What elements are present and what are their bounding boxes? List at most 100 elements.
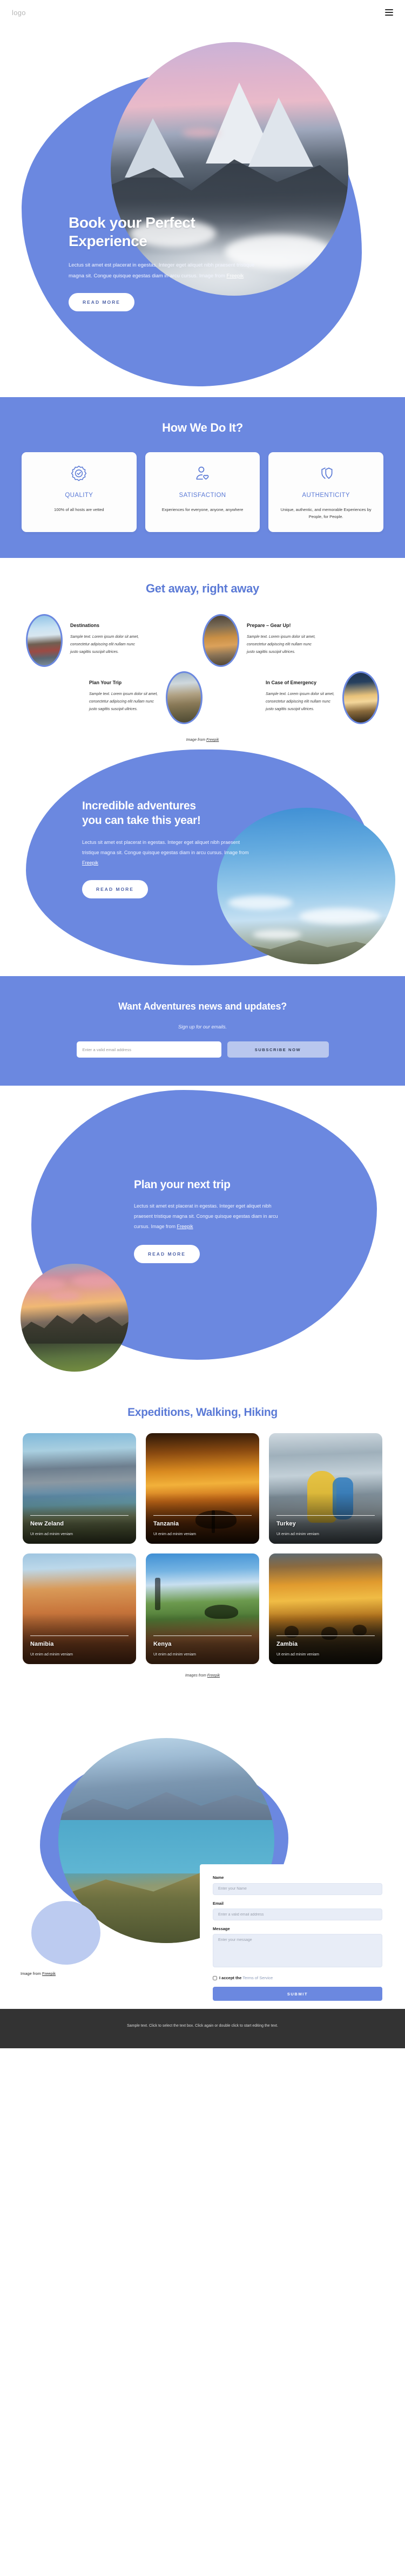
credit-prefix: Image from xyxy=(186,738,206,742)
get-away-photo xyxy=(202,614,239,667)
hero-freepik-link[interactable]: Freepik xyxy=(227,273,244,279)
plan-next-trip-section: Plan your next trip Lectus sit amet est … xyxy=(0,1086,405,1388)
how-section-title: How We Do It? xyxy=(162,421,243,434)
incredible-paragraph-text: Lectus sit amet est placerat in egestas.… xyxy=(82,840,249,856)
get-away-item-destinations[interactable]: Destinations Sample text. Lorem ipsum do… xyxy=(26,614,202,667)
footer-text: Sample text. Click to select the text bo… xyxy=(127,2024,278,2028)
how-card-quality[interactable]: QUALITY 100% of all hosts are vetted xyxy=(22,452,137,533)
expedition-card-subtitle: Ut enim ad minim veniam xyxy=(30,1653,73,1657)
hero-title-line-2: Experience xyxy=(69,233,147,250)
hero-title: Book your Perfect Experience xyxy=(69,214,274,250)
logo[interactable]: logo xyxy=(12,9,26,17)
contact-form: Name Email Message I accept the Terms of… xyxy=(200,1864,395,2009)
get-away-item-text: Sample text. Lorem ipsum dolor sit amet,… xyxy=(89,692,158,711)
incredible-content: Incredible adventures you can take this … xyxy=(82,799,260,898)
expedition-card-name: Namibia xyxy=(30,1641,54,1648)
message-textarea[interactable] xyxy=(213,1934,382,1968)
how-card-text: 100% of all hosts are vetted xyxy=(54,507,104,512)
expedition-card-name: Turkey xyxy=(276,1521,296,1528)
get-away-item-prepare[interactable]: Prepare – Gear Up! Sample text. Lorem ip… xyxy=(202,614,379,667)
incredible-read-more-button[interactable]: READ MORE xyxy=(82,880,148,898)
newsletter-subtitle: Sign up for our emails. xyxy=(178,1024,227,1030)
how-card-satisfaction[interactable]: SATISFACTION Experiences for everyone, a… xyxy=(145,452,260,533)
expedition-card-name: Tanzania xyxy=(153,1521,179,1528)
plan-content: Plan your next trip Lectus sit amet est … xyxy=(134,1178,296,1263)
get-away-item-emergency[interactable]: In Case of Emergency Sample text. Lorem … xyxy=(202,671,379,725)
name-input[interactable] xyxy=(213,1883,382,1895)
newsletter-subscribe-button[interactable]: SUBSCRIBE NOW xyxy=(227,1041,329,1058)
get-away-item-title: Prepare – Gear Up! xyxy=(247,623,291,629)
expeditions-section: Expeditions, Walking, Hiking New Zeland … xyxy=(0,1388,405,1685)
badge-check-icon xyxy=(29,463,129,485)
get-away-item-title: In Case of Emergency xyxy=(266,680,317,686)
landing-page: logo Book your Perfect Experience Lectus… xyxy=(0,0,405,2049)
hero-read-more-button[interactable]: READ MORE xyxy=(69,293,134,312)
get-away-item-plan-your-trip[interactable]: Plan Your Trip Sample text. Lorem ipsum … xyxy=(26,671,202,725)
person-heart-icon xyxy=(153,463,253,485)
card-divider xyxy=(153,1515,252,1516)
freepik-link[interactable]: Freepik xyxy=(42,1971,56,1976)
card-divider xyxy=(30,1515,129,1516)
credit-prefix: Image from xyxy=(21,1971,43,1977)
newsletter-email-input[interactable] xyxy=(76,1041,221,1058)
expedition-card-subtitle: Ut enim ad minim veniam xyxy=(276,1653,319,1657)
contact-image-credit: Image from Freepik xyxy=(21,1971,56,1976)
get-away-section: Get away, right away Destinations Sample… xyxy=(0,558,405,749)
expedition-card-subtitle: Ut enim ad minim veniam xyxy=(30,1532,73,1537)
get-away-item-title: Destinations xyxy=(70,623,100,629)
card-divider xyxy=(276,1635,375,1637)
plan-paragraph: Lectus sit amet est placerat in egestas.… xyxy=(134,1201,291,1232)
how-card-authenticity[interactable]: AUTHENTICITY Unique, authentic, and memo… xyxy=(268,452,384,533)
incredible-adventures-section: Incredible adventures you can take this … xyxy=(0,749,405,976)
plan-read-more-button[interactable]: READ MORE xyxy=(134,1244,200,1263)
hero-paragraph: Lectus sit amet est placerat in egestas.… xyxy=(69,260,260,281)
incredible-title: Incredible adventures you can take this … xyxy=(82,799,260,828)
hero-title-line-1: Book your Perfect xyxy=(69,214,195,231)
get-away-item-text: Sample text. Lorem ipsum dolor sit amet,… xyxy=(70,635,139,654)
how-card-title: QUALITY xyxy=(65,492,93,499)
expedition-card-subtitle: Ut enim ad minim veniam xyxy=(276,1532,319,1537)
expedition-card-zambia[interactable]: Zambia Ut enim ad minim veniam xyxy=(269,1553,382,1665)
expeditions-image-credit: Images from Freepik xyxy=(0,1664,405,1680)
expedition-card-kenya[interactable]: Kenya Ut enim ad minim veniam xyxy=(146,1553,259,1665)
hamburger-menu-icon[interactable] xyxy=(385,9,393,16)
get-away-item-title: Plan Your Trip xyxy=(89,680,122,686)
newsletter-title: Want Adventures news and updates? xyxy=(118,1001,287,1012)
how-card-title: AUTHENTICITY xyxy=(302,492,350,499)
hero-section: Book your Perfect Experience Lectus sit … xyxy=(0,25,405,397)
terms-accept-text: I accept the xyxy=(219,1975,243,1981)
plan-paragraph-text: Lectus sit amet est placerat in egestas.… xyxy=(134,1203,278,1230)
incredible-freepik-link[interactable]: Freepik xyxy=(82,860,98,866)
freepik-link[interactable]: Freepik xyxy=(207,1674,220,1678)
expedition-card-new-zeland[interactable]: New Zeland Ut enim ad minim veniam xyxy=(23,1433,136,1544)
terms-of-service-link[interactable]: Terms of Service xyxy=(242,1975,273,1980)
contact-decorative-circle xyxy=(31,1901,100,1965)
newsletter-form: SUBSCRIBE NOW xyxy=(0,1041,405,1058)
get-away-photo xyxy=(26,614,63,667)
expedition-card-subtitle: Ut enim ad minim veniam xyxy=(153,1653,196,1657)
expedition-card-tanzania[interactable]: Tanzania Ut enim ad minim veniam xyxy=(146,1433,259,1544)
plan-title: Plan your next trip xyxy=(134,1178,231,1191)
plan-sunset-photo xyxy=(21,1264,129,1372)
incredible-title-line-1: Incredible adventures xyxy=(82,800,196,813)
freepik-link[interactable]: Freepik xyxy=(206,738,219,742)
expedition-card-turkey[interactable]: Turkey Ut enim ad minim veniam xyxy=(269,1433,382,1544)
terms-label: I accept the Terms of Service xyxy=(219,1975,273,1980)
plan-freepik-link[interactable]: Freepik xyxy=(177,1224,193,1229)
expedition-card-namibia[interactable]: Namibia Ut enim ad minim veniam xyxy=(23,1553,136,1665)
submit-button[interactable]: SUBMIT xyxy=(213,1987,382,2001)
message-label: Message xyxy=(213,1926,230,1932)
incredible-paragraph: Lectus sit amet est placerat in egestas.… xyxy=(82,837,249,868)
site-footer: Sample text. Click to select the text bo… xyxy=(0,2009,405,2049)
get-away-row-2: Plan Your Trip Sample text. Lorem ipsum … xyxy=(0,671,405,725)
expedition-card-name: New Zeland xyxy=(30,1521,64,1528)
get-away-image-credit: Image from Freepik xyxy=(0,728,405,744)
expedition-card-name: Zambia xyxy=(276,1641,298,1648)
incredible-title-line-2: you can take this year! xyxy=(82,814,201,827)
hero-content: Book your Perfect Experience Lectus sit … xyxy=(69,214,274,312)
terms-checkbox[interactable] xyxy=(213,1975,217,1980)
get-away-photo xyxy=(166,671,202,725)
shields-icon xyxy=(276,463,376,485)
get-away-item-text: Sample text. Lorem ipsum dolor sit amet,… xyxy=(247,635,316,654)
email-input[interactable] xyxy=(213,1909,382,1921)
